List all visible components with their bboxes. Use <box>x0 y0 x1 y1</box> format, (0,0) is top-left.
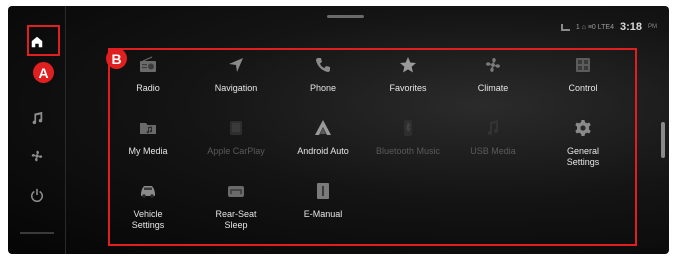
status-bar: 1 ⌂ ≡0 LTE4 3:18 PM <box>560 21 657 33</box>
app-grid-highlight <box>108 48 637 246</box>
top-drawer-handle[interactable] <box>327 15 364 18</box>
power-icon[interactable] <box>28 186 46 204</box>
callout-b-badge: B <box>106 48 127 69</box>
right-edge-tab[interactable] <box>661 122 665 158</box>
callout-a-badge: A <box>33 62 54 83</box>
home-button-highlight <box>27 25 60 56</box>
status-indicators: 1 ⌂ ≡0 LTE4 <box>575 23 614 31</box>
signal-icon <box>560 23 570 31</box>
fan-icon[interactable] <box>28 147 46 165</box>
clock-ampm: PM <box>648 24 657 30</box>
infotainment-screen: 1 ⌂ ≡0 LTE4 3:18 PM Radio Navigation Pho… <box>8 6 669 254</box>
sidebar-divider <box>20 232 54 234</box>
music-icon[interactable] <box>28 109 46 127</box>
clock-time: 3:18 <box>619 21 642 33</box>
